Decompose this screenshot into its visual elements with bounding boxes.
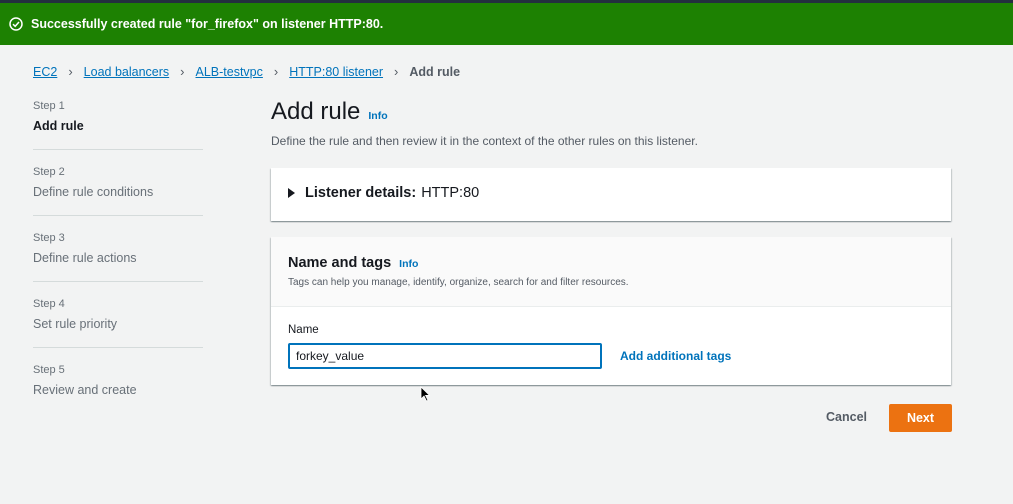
breadcrumb-listener[interactable]: HTTP:80 listener	[289, 65, 383, 79]
chevron-right-icon: ›	[273, 64, 279, 79]
step-number: Step 3	[33, 232, 65, 244]
name-label: Name	[288, 324, 319, 336]
listener-details-label: Listener details:	[305, 185, 417, 201]
cancel-button[interactable]: Cancel	[826, 410, 867, 424]
add-additional-tags-link[interactable]: Add additional tags	[620, 349, 731, 363]
step-label: Review and create	[33, 383, 137, 397]
listener-details-toggle[interactable]: Listener details: HTTP:80	[288, 185, 479, 201]
tags-info-link[interactable]: Info	[399, 258, 418, 270]
divider	[33, 347, 203, 348]
panel-header: Name and tags Info Tags can help you man…	[271, 237, 951, 307]
chevron-right-icon: ›	[180, 64, 185, 79]
step-number: Step 4	[33, 298, 65, 310]
tags-description: Tags can help you manage, identify, orga…	[288, 277, 629, 288]
step-1[interactable]: Step 1 Add rule	[33, 100, 203, 164]
breadcrumb-current: Add rule	[409, 64, 461, 79]
chevron-right-icon: ›	[394, 64, 399, 79]
flash-message: Successfully created rule "for_firefox" …	[31, 17, 384, 31]
mouse-cursor-icon	[420, 386, 431, 407]
divider	[33, 215, 203, 216]
info-link[interactable]: Info	[368, 110, 387, 122]
check-circle-icon	[9, 17, 23, 31]
listener-details-panel: Listener details: HTTP:80	[271, 168, 951, 221]
step-number: Step 1	[33, 100, 65, 112]
step-2: Step 2 Define rule conditions	[33, 166, 203, 230]
step-label: Set rule priority	[33, 317, 118, 331]
caret-right-icon	[288, 188, 295, 198]
next-button[interactable]: Next	[889, 404, 952, 432]
tags-title-row: Name and tags Info	[288, 255, 418, 271]
name-and-tags-panel: Name and tags Info Tags can help you man…	[271, 237, 951, 385]
breadcrumb-alb[interactable]: ALB-testvpc	[196, 65, 263, 79]
step-label: Define rule conditions	[33, 185, 154, 199]
name-input[interactable]: forkey_value	[288, 343, 602, 369]
page-title: Add rule	[271, 98, 361, 125]
page-header: Add rule Info	[271, 98, 388, 126]
step-label: Add rule	[33, 119, 84, 133]
step-5: Step 5 Review and create	[33, 364, 203, 428]
breadcrumb: EC2 › Load balancers › ALB-testvpc › HTT…	[33, 64, 460, 79]
listener-details-value: HTTP:80	[421, 185, 480, 201]
breadcrumb-ec2[interactable]: EC2	[33, 65, 57, 79]
step-4: Step 4 Set rule priority	[33, 298, 203, 362]
step-label: Define rule actions	[33, 251, 137, 265]
divider	[33, 281, 203, 282]
wizard-steps: Step 1 Add rule Step 2 Define rule condi…	[33, 98, 203, 428]
step-3: Step 3 Define rule actions	[33, 232, 203, 296]
page-subtitle: Define the rule and then review it in th…	[271, 134, 698, 148]
success-flash-bar: Successfully created rule "for_firefox" …	[0, 3, 1013, 45]
breadcrumb-load-balancers[interactable]: Load balancers	[84, 65, 169, 79]
step-number: Step 2	[33, 166, 65, 178]
chevron-right-icon: ›	[68, 64, 73, 79]
divider	[33, 149, 203, 150]
step-number: Step 5	[33, 364, 65, 376]
tags-title: Name and tags	[288, 255, 392, 271]
